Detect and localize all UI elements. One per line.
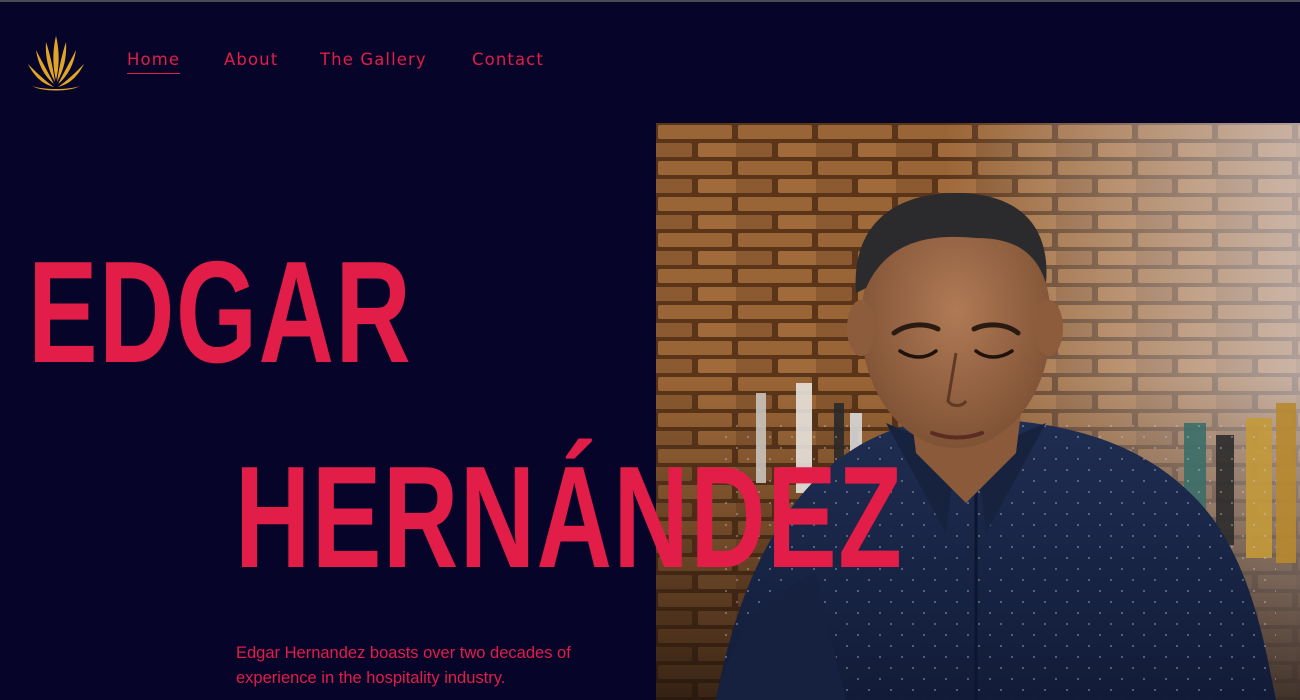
page: Home About The Gallery Contact EDGAR HER… — [0, 0, 1300, 700]
hero-bio: Edgar Hernandez boasts over two decades … — [236, 644, 571, 687]
agave-icon — [28, 36, 84, 91]
agave-logo-icon[interactable] — [26, 34, 86, 92]
portrait-photo — [656, 123, 1300, 700]
nav-the-gallery[interactable]: The Gallery — [320, 50, 427, 73]
nav-about[interactable]: About — [224, 50, 278, 73]
nav-home[interactable]: Home — [127, 50, 181, 74]
top-divider — [0, 0, 1300, 2]
nav-contact[interactable]: Contact — [472, 50, 544, 73]
hero-first-name: EDGAR — [28, 231, 413, 393]
hero-last-name: HERNÁNDEZ — [235, 436, 904, 598]
